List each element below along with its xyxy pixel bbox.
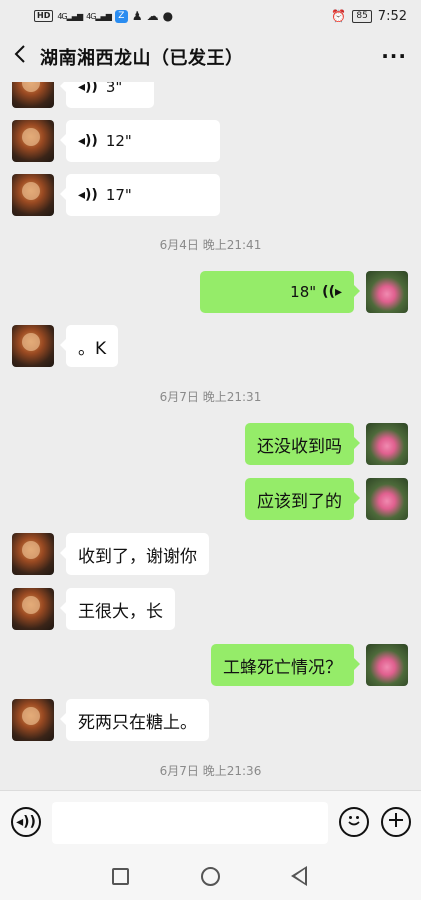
my-avatar[interactable] (366, 644, 408, 686)
voice-message[interactable]: ◂)) 12" (60, 120, 220, 162)
voice-wave-icon: ◂)) (78, 82, 98, 95)
emoji-button[interactable] (339, 807, 369, 837)
my-avatar[interactable] (366, 423, 408, 465)
alarm-icon: ⏰ (331, 9, 347, 23)
text-message[interactable]: 工蜂死亡情况？ (211, 644, 360, 686)
voice-mode-button[interactable]: ◂)) (11, 807, 41, 837)
emoji-icon (344, 810, 364, 834)
clock: 7:52 (377, 8, 407, 24)
signal-icon-2: 4G▂▄▆ (86, 11, 112, 21)
message-input[interactable] (52, 802, 328, 844)
timestamp: 6月7日 晚上21:36 (159, 764, 262, 778)
text-message[interactable]: 收到了，谢谢你 (60, 533, 209, 575)
voice-mode-icon: ◂)) (16, 814, 36, 830)
voice-wave-icon: ((▸ (322, 284, 342, 300)
app-notification-icon: Z (114, 9, 128, 23)
voice-message[interactable]: ◂)) 17" (60, 174, 220, 216)
avatar[interactable] (12, 120, 54, 162)
avatar[interactable] (12, 588, 54, 630)
input-bar: ◂)) (0, 790, 421, 854)
battery-indicator: 85 (352, 9, 372, 23)
voice-message[interactable]: ◂)) 3" (60, 82, 154, 108)
text-message[interactable]: 。K (59, 325, 119, 367)
back-button[interactable] (0, 32, 40, 82)
timestamp: 6月7日 晚上21:31 (159, 390, 262, 404)
text-message[interactable]: 应该到了的 (245, 478, 360, 520)
my-avatar[interactable] (366, 271, 408, 313)
more-button[interactable]: ··· (381, 44, 407, 68)
triangle-back-icon[interactable] (291, 866, 307, 886)
my-avatar[interactable] (366, 478, 408, 520)
timestamp: 6月4日 晚上21:41 (159, 238, 262, 252)
square-icon[interactable] (112, 868, 129, 885)
page-title: 湖南湘西龙山（已发王） (40, 48, 244, 69)
status-bar: HD 4G▂▄▆ 4G▂▄▆ Z ♟ ☁ ● ⏰ 85 7:52 (0, 0, 421, 32)
plus-icon (387, 811, 405, 833)
text-message[interactable]: 死两只在糖上。 (60, 699, 209, 741)
avatar[interactable] (12, 699, 54, 741)
message-list[interactable]: ◂)) 3" ◂)) 12" ◂)) 17" 6月4日 晚上21:41 18" … (0, 82, 421, 790)
text-message[interactable]: 还没收到吗 (245, 423, 360, 465)
voice-wave-icon: ◂)) (78, 133, 98, 149)
hd-indicator: HD (34, 10, 54, 22)
qq-icon: ♟ (131, 9, 143, 23)
avatar[interactable] (12, 82, 54, 108)
chevron-left-icon (14, 44, 26, 70)
voice-wave-icon: ◂)) (78, 187, 98, 203)
text-message[interactable]: 王很大，长 (60, 588, 175, 630)
chat-notification-icon: ● (162, 9, 174, 23)
avatar[interactable] (12, 325, 54, 367)
voice-message[interactable]: 18" ((▸ (200, 271, 360, 313)
circle-icon[interactable] (201, 867, 220, 886)
system-nav-bar (0, 854, 421, 900)
cloud-icon: ☁ (146, 9, 159, 23)
more-dots-icon: ··· (381, 44, 407, 68)
avatar[interactable] (12, 533, 54, 575)
chat-header: 湖南湘西龙山（已发王） ··· (0, 32, 421, 82)
avatar[interactable] (12, 174, 54, 216)
plus-button[interactable] (381, 807, 411, 837)
signal-icon: 4G▂▄▆ (57, 11, 83, 21)
